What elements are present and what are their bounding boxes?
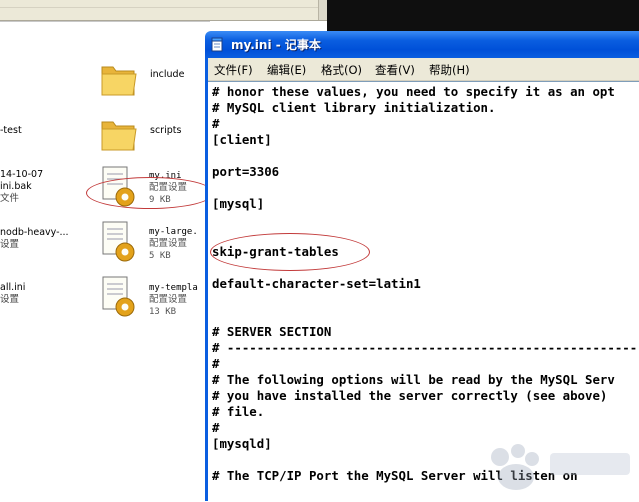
- editor-line: # you have installed the server correctl…: [212, 388, 608, 403]
- menu-file[interactable]: 文件(F): [214, 62, 253, 78]
- folder-name: scripts: [150, 125, 182, 136]
- editor-line: [mysql]: [212, 196, 265, 211]
- file-name-partial[interactable]: ini.bak: [0, 181, 32, 193]
- folder-icon: [101, 121, 137, 151]
- file-name-partial[interactable]: nodb-heavy-...: [0, 227, 69, 239]
- file-type: 配置设置: [149, 238, 188, 249]
- file-size: 9 KB: [149, 195, 171, 205]
- file-name: my-templa: [149, 283, 198, 293]
- editor-line: # SERVER SECTION: [212, 324, 332, 339]
- file-type-partial: 设置: [0, 294, 20, 305]
- explorer-divider: [0, 21, 210, 22]
- editor-line: # file.: [212, 404, 265, 419]
- editor-line: #: [212, 116, 220, 131]
- notepad-icon: [211, 37, 223, 52]
- editor-line: # --------------------------------------…: [212, 340, 638, 355]
- explorer-toolbar: [0, 0, 327, 21]
- file-type-partial: 设置: [0, 239, 20, 250]
- editor-line: [client]: [212, 132, 272, 147]
- config-file-icon: [102, 166, 135, 207]
- editor-line: port=3306: [212, 164, 280, 179]
- editor-line: # The following options will be read by …: [212, 372, 615, 387]
- menu-edit[interactable]: 编辑(E): [267, 62, 306, 78]
- notepad-window: my.ini - 记事本 文件(F) 编辑(E) 格式(O) 查看(V) 帮助(…: [205, 31, 639, 502]
- config-file-icon: [102, 221, 135, 262]
- file-name-partial[interactable]: -test: [0, 125, 22, 137]
- editor-line: [mysqld]: [212, 436, 272, 451]
- watermark-logo: [491, 444, 630, 490]
- desktop-background: [327, 0, 639, 34]
- folder-name: include: [150, 69, 185, 80]
- file-type-partial: 文件: [0, 193, 20, 204]
- editor-line: #: [212, 356, 220, 371]
- menu-bar: 文件(F) 编辑(E) 格式(O) 查看(V) 帮助(H): [208, 58, 639, 81]
- file-size: 13 KB: [149, 307, 177, 317]
- file-name-partial[interactable]: all.ini: [0, 282, 25, 294]
- editor-line: default-character-set=latin1: [212, 276, 421, 291]
- editor-line: #: [212, 420, 220, 435]
- editor-line-skip-grant-tables: skip-grant-tables: [212, 244, 339, 259]
- config-file-icon: [102, 276, 135, 317]
- menu-help[interactable]: 帮助(H): [429, 62, 470, 78]
- editor-line: # MySQL client library initialization.: [212, 100, 496, 115]
- file-name: my-large.: [149, 227, 198, 237]
- menu-format[interactable]: 格式(O): [321, 62, 362, 78]
- menu-view[interactable]: 查看(V): [375, 62, 415, 78]
- file-size: 5 KB: [149, 251, 171, 261]
- window-title: my.ini - 记事本: [231, 38, 321, 52]
- notepad-titlebar[interactable]: my.ini - 记事本: [205, 31, 639, 58]
- file-name: my.ini: [149, 171, 182, 181]
- file-type: 配置设置: [149, 182, 188, 193]
- editor-line: # honor these values, you need to specif…: [212, 84, 615, 99]
- file-type: 配置设置: [149, 294, 188, 305]
- file-name-partial[interactable]: 14-10-07: [0, 169, 43, 181]
- toolbar-divider: [0, 7, 327, 8]
- folder-icon: [101, 66, 137, 96]
